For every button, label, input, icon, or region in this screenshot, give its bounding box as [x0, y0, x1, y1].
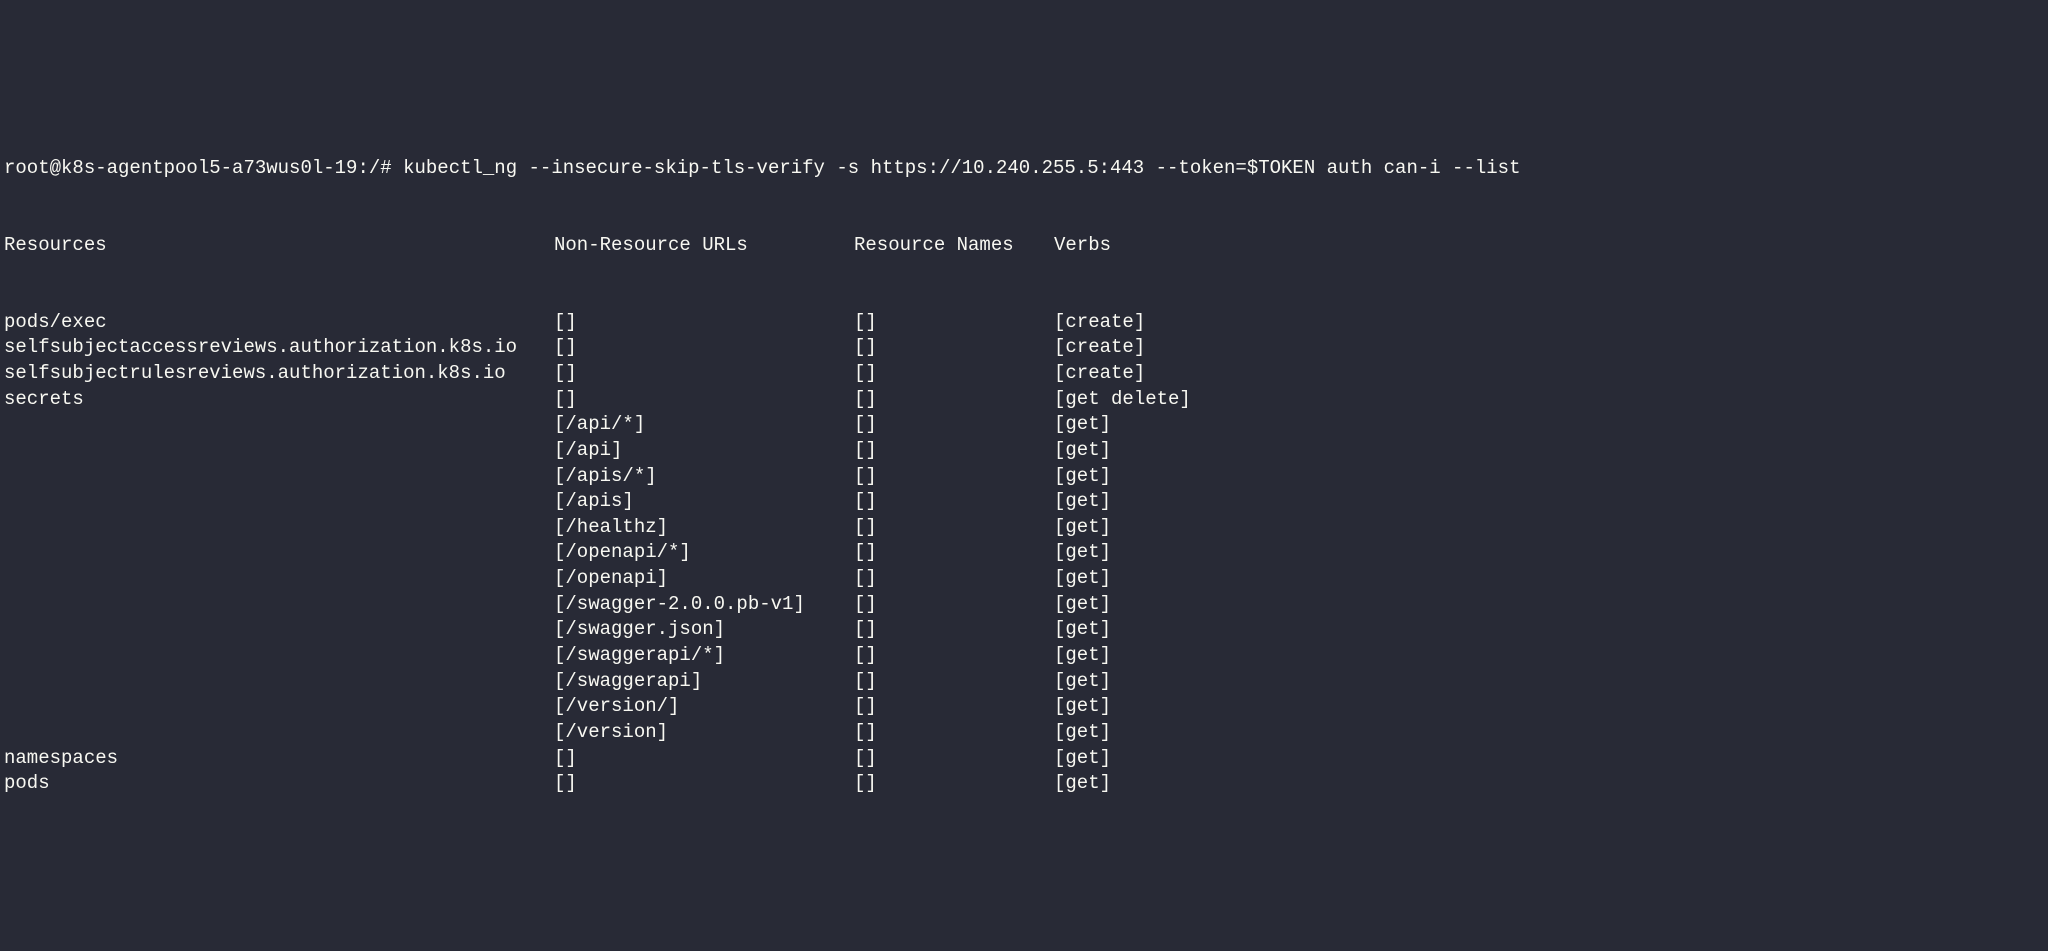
cell-resourcenames: [] — [854, 387, 1054, 413]
table-row: [/swagger.json][][get] — [4, 617, 2044, 643]
cell-nonresource: [/swagger-2.0.0.pb-v1] — [554, 592, 854, 618]
table-row: secrets[][][get delete] — [4, 387, 2044, 413]
table-row: selfsubjectaccessreviews.authorization.k… — [4, 335, 2044, 361]
cell-resources: pods/exec — [4, 310, 554, 336]
table-row: [/openapi][][get] — [4, 566, 2044, 592]
cell-nonresource: [] — [554, 771, 854, 797]
cell-resourcenames: [] — [854, 592, 1054, 618]
cell-nonresource: [] — [554, 746, 854, 772]
header-resourcenames: Resource Names — [854, 233, 1054, 259]
table-row: [/swaggerapi][][get] — [4, 669, 2044, 695]
header-resources: Resources — [4, 233, 554, 259]
cell-verbs: [get delete] — [1054, 387, 1191, 413]
cell-nonresource: [/apis] — [554, 489, 854, 515]
cell-nonresource: [/swagger.json] — [554, 617, 854, 643]
cell-verbs: [create] — [1054, 361, 1145, 387]
cell-nonresource: [/healthz] — [554, 515, 854, 541]
table-row: [/api/*][][get] — [4, 412, 2044, 438]
table-row: [/apis][][get] — [4, 489, 2044, 515]
table-row: [/swagger-2.0.0.pb-v1][][get] — [4, 592, 2044, 618]
cell-verbs: [get] — [1054, 592, 1111, 618]
cell-resourcenames: [] — [854, 515, 1054, 541]
table-row: [/version][][get] — [4, 720, 2044, 746]
cell-nonresource: [/version] — [554, 720, 854, 746]
cell-resourcenames: [] — [854, 694, 1054, 720]
cell-verbs: [get] — [1054, 489, 1111, 515]
table-row: [/openapi/*][][get] — [4, 540, 2044, 566]
cell-verbs: [get] — [1054, 694, 1111, 720]
cell-nonresource: [/api/*] — [554, 412, 854, 438]
cell-nonresource: [/swaggerapi/*] — [554, 643, 854, 669]
cell-verbs: [get] — [1054, 669, 1111, 695]
header-nonresource: Non-Resource URLs — [554, 233, 854, 259]
cell-resourcenames: [] — [854, 720, 1054, 746]
cell-verbs: [get] — [1054, 566, 1111, 592]
cell-verbs: [get] — [1054, 771, 1111, 797]
terminal-output[interactable]: root@k8s-agentpool5-a73wus0l-19:/# kubec… — [4, 105, 2044, 823]
cell-nonresource: [/swaggerapi] — [554, 669, 854, 695]
table-row: [/version/][][get] — [4, 694, 2044, 720]
cell-nonresource: [/version/] — [554, 694, 854, 720]
cell-verbs: [get] — [1054, 412, 1111, 438]
cell-resourcenames: [] — [854, 771, 1054, 797]
table-row: [/swaggerapi/*][][get] — [4, 643, 2044, 669]
cell-resourcenames: [] — [854, 335, 1054, 361]
cell-resourcenames: [] — [854, 746, 1054, 772]
cell-resources: selfsubjectrulesreviews.authorization.k8… — [4, 361, 554, 387]
table-row: [/api][][get] — [4, 438, 2044, 464]
header-verbs: Verbs — [1054, 233, 1111, 259]
cell-resourcenames: [] — [854, 361, 1054, 387]
cell-nonresource: [/openapi/*] — [554, 540, 854, 566]
cell-verbs: [get] — [1054, 643, 1111, 669]
cell-resourcenames: [] — [854, 669, 1054, 695]
cell-nonresource: [/apis/*] — [554, 464, 854, 490]
cell-verbs: [get] — [1054, 515, 1111, 541]
cell-verbs: [get] — [1054, 464, 1111, 490]
cell-resourcenames: [] — [854, 617, 1054, 643]
cell-nonresource: [] — [554, 387, 854, 413]
cell-resourcenames: [] — [854, 464, 1054, 490]
cell-verbs: [create] — [1054, 335, 1145, 361]
cell-nonresource: [] — [554, 335, 854, 361]
prompt-path: :/# — [357, 157, 391, 179]
cell-resources: namespaces — [4, 746, 554, 772]
cell-resources: selfsubjectaccessreviews.authorization.k… — [4, 335, 554, 361]
table-row: [/healthz][][get] — [4, 515, 2044, 541]
cell-verbs: [create] — [1054, 310, 1145, 336]
cell-resources: secrets — [4, 387, 554, 413]
cell-resourcenames: [] — [854, 566, 1054, 592]
cell-resourcenames: [] — [854, 489, 1054, 515]
cell-verbs: [get] — [1054, 746, 1111, 772]
prompt-user-host: root@k8s-agentpool5-a73wus0l-19 — [4, 157, 357, 179]
cell-resourcenames: [] — [854, 643, 1054, 669]
command-line: root@k8s-agentpool5-a73wus0l-19:/# kubec… — [4, 156, 2044, 182]
cell-verbs: [get] — [1054, 540, 1111, 566]
cell-verbs: [get] — [1054, 720, 1111, 746]
cell-nonresource: [] — [554, 361, 854, 387]
cell-nonresource: [/api] — [554, 438, 854, 464]
table-row: pods[][][get] — [4, 771, 2044, 797]
cell-nonresource: [] — [554, 310, 854, 336]
table-row: namespaces[][][get] — [4, 746, 2044, 772]
cell-nonresource: [/openapi] — [554, 566, 854, 592]
cell-resourcenames: [] — [854, 438, 1054, 464]
header-row: ResourcesNon-Resource URLsResource Names… — [4, 233, 2044, 259]
table-row: [/apis/*][][get] — [4, 464, 2044, 490]
cell-verbs: [get] — [1054, 617, 1111, 643]
table-row: pods/exec[][][create] — [4, 310, 2044, 336]
cell-verbs: [get] — [1054, 438, 1111, 464]
cell-resourcenames: [] — [854, 540, 1054, 566]
table-row: selfsubjectrulesreviews.authorization.k8… — [4, 361, 2044, 387]
cell-resources: pods — [4, 771, 554, 797]
cell-resourcenames: [] — [854, 310, 1054, 336]
cell-resourcenames: [] — [854, 412, 1054, 438]
command: kubectl_ng --insecure-skip-tls-verify -s… — [392, 157, 1521, 179]
